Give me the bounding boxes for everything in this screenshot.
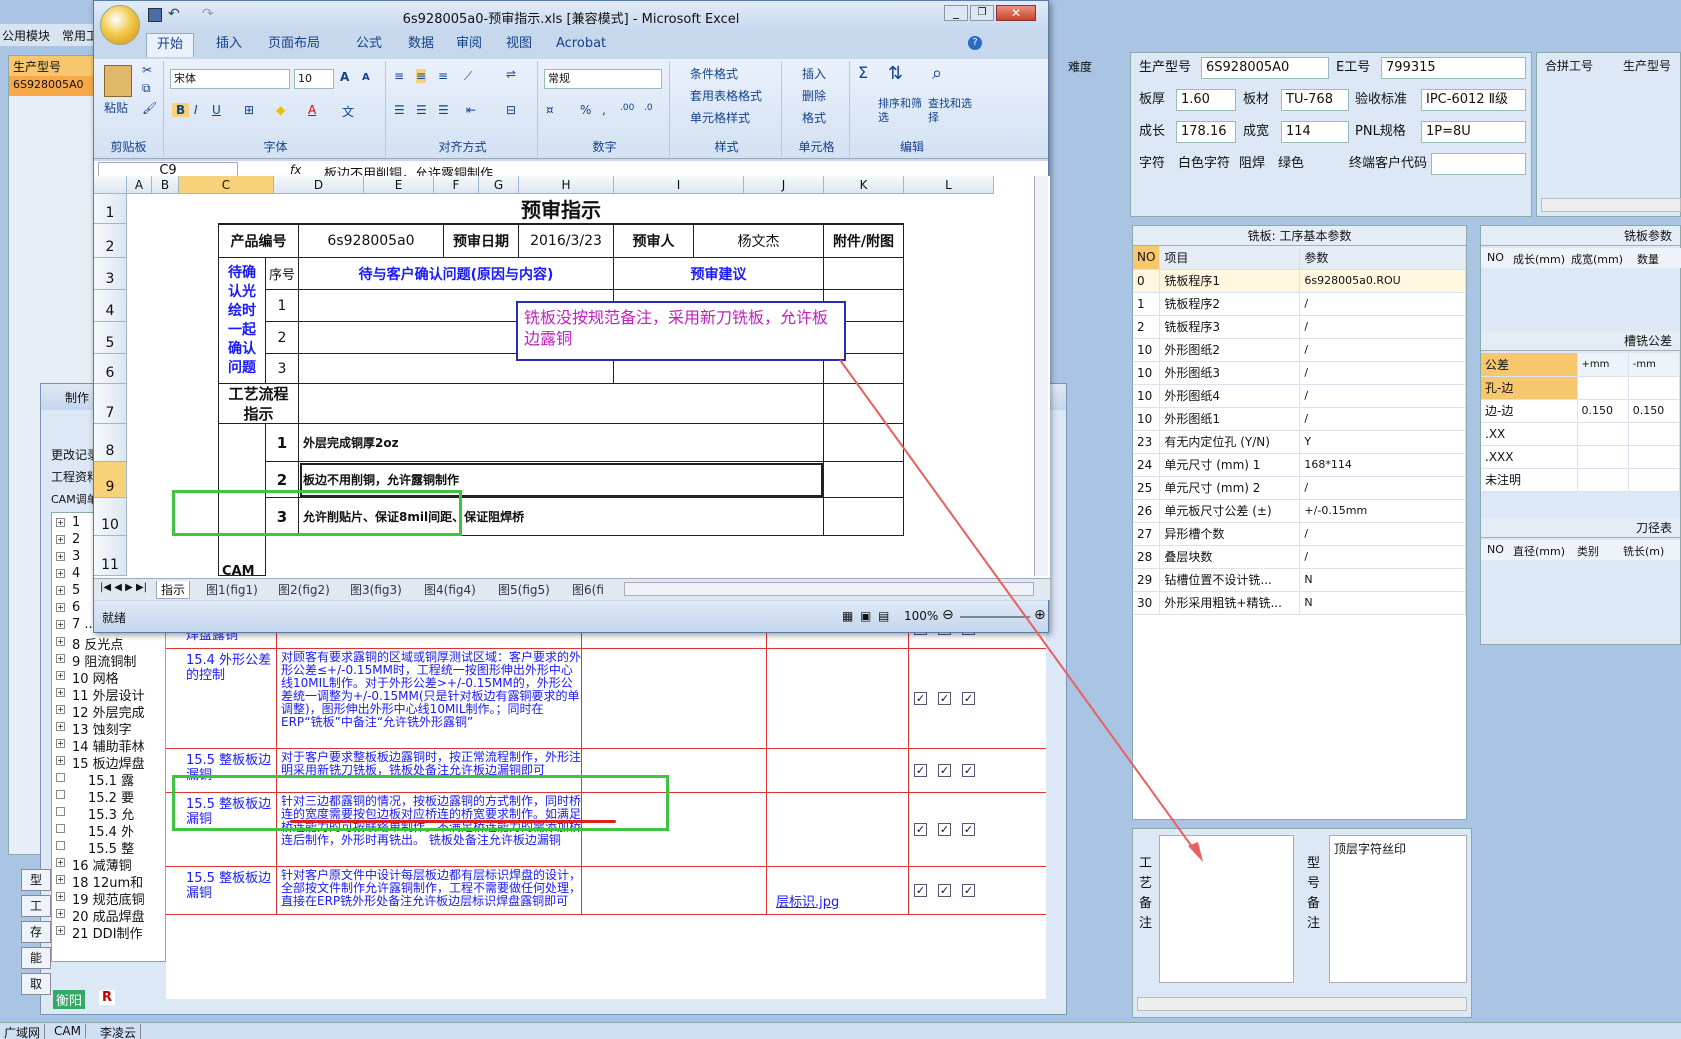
- taskbar-item-0[interactable]: 广域网: [0, 1024, 46, 1039]
- red-arrow: [839, 359, 1203, 862]
- taskbar: 广域网 CAM 李凌云: [0, 1022, 1681, 1039]
- taskbar-item-2[interactable]: 李凌云: [96, 1024, 142, 1039]
- taskbar-item-1[interactable]: CAM: [50, 1024, 86, 1038]
